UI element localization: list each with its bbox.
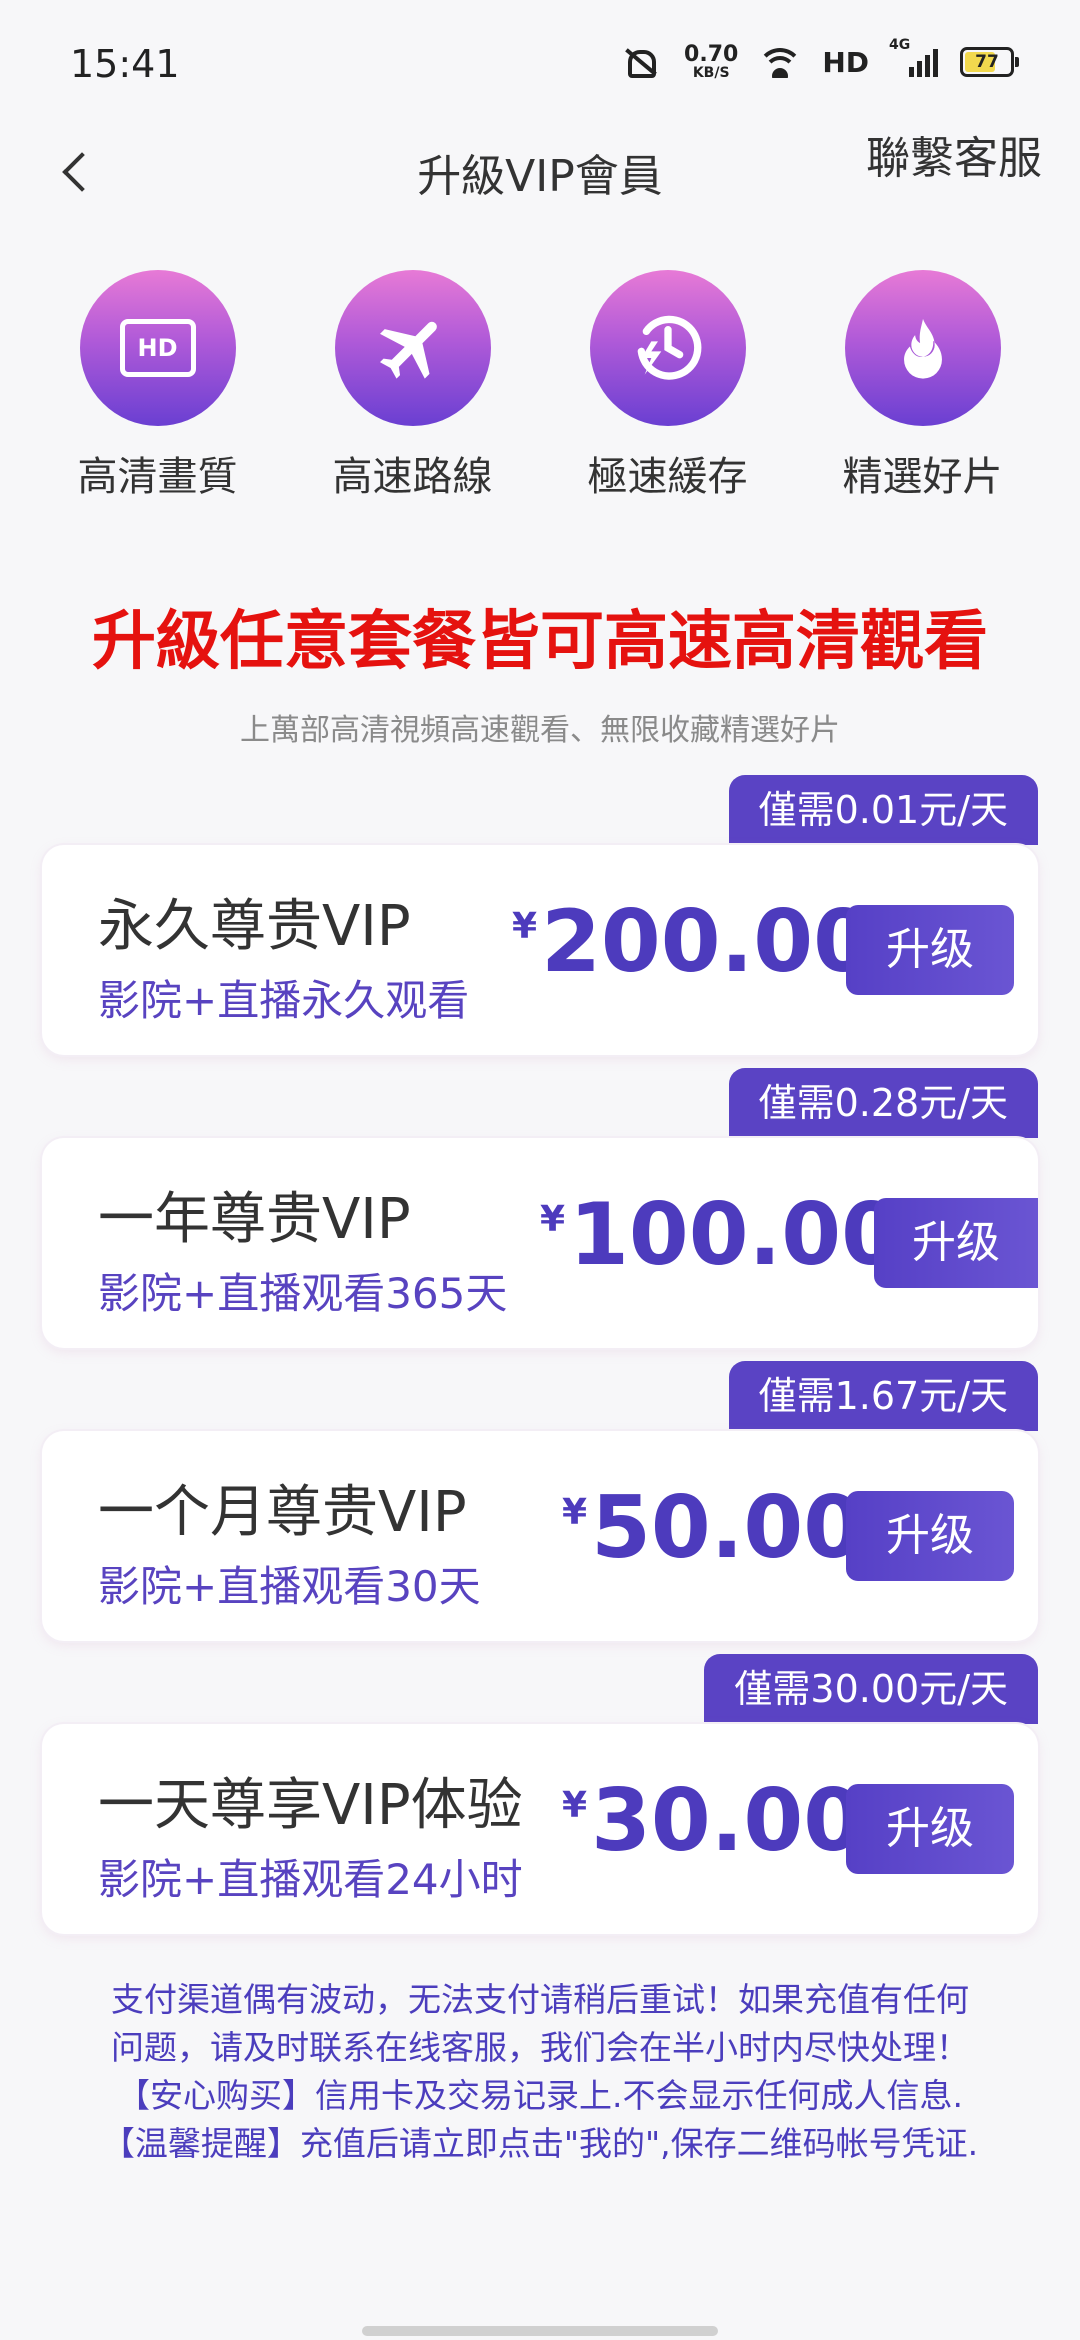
notice-line: 【安心购买】信用卡及交易记录上.不会显示任何成人信息. [117, 2076, 963, 2115]
lightning-clock-icon [589, 270, 746, 426]
feature-label: 高速路線 [332, 454, 493, 500]
plan-card-body: 永久尊贵VIP 影院+直播永久观看 ¥200.00 升级 [42, 845, 1038, 1055]
battery-icon: 77 [960, 47, 1019, 77]
feature-label: 高清畫質 [77, 454, 238, 500]
home-indicator[interactable] [362, 2326, 718, 2336]
currency-symbol: ¥ [512, 906, 538, 947]
feature-hd: HD 高清畫質 [30, 270, 285, 502]
mute-icon [618, 46, 662, 78]
price-value: 200.00 [541, 892, 873, 992]
feature-fast-cache: 極速緩存 [540, 270, 795, 502]
hd-icon: HD [79, 270, 236, 426]
currency-symbol: ¥ [562, 1492, 588, 1533]
plan-name: 永久尊贵VIP [98, 894, 411, 959]
notice-line: 问题，请及时联系在线客服，我们会在半小时内尽快处理！ [111, 2028, 969, 2067]
fire-icon [844, 270, 1001, 426]
wifi-icon [760, 46, 801, 78]
notice-line: 支付渠道偶有波动，无法支付请稍后重试！如果充值有任何 [111, 1980, 969, 2019]
plan-card-body: 一个月尊贵VIP 影院+直播观看30天 ¥50.00 升级 [42, 1431, 1038, 1641]
contact-service-link[interactable]: 聯繫客服 [866, 122, 1042, 186]
plan-card-permanent: 僅需0.01元/天 永久尊贵VIP 影院+直播永久观看 ¥200.00 升级 [42, 775, 1038, 1055]
status-bar: 15:41 0.70 KB/S HD 4G 77 [0, 0, 1080, 120]
airplane-icon [334, 270, 491, 426]
hd-indicator: HD [822, 45, 869, 79]
feature-label: 精選好片 [842, 454, 1003, 500]
network-speed: 0.70 KB/S [684, 42, 739, 81]
plan-description: 影院+直播观看365天 [98, 1269, 508, 1318]
price-value: 30.00 [591, 1771, 864, 1871]
plan-description: 影院+直播观看24小时 [98, 1855, 523, 1904]
payment-notice: 支付渠道偶有波动，无法支付请稍后重试！如果充值有任何 问题，请及时联系在线客服，… [60, 1976, 1020, 2168]
currency-symbol: ¥ [562, 1785, 588, 1826]
network-type: 4G [889, 37, 911, 53]
plan-card-body: 一年尊贵VIP 影院+直播观看365天 ¥100.00 升级 [42, 1138, 1038, 1348]
feature-row: HD 高清畫質 高速路線 極速緩存 精選好片 [0, 270, 1080, 502]
plan-card-one-day: 僅需30.00元/天 一天尊享VIP体验 影院+直播观看24小时 ¥30.00 … [42, 1654, 1038, 1934]
daily-price-tag: 僅需0.28元/天 [728, 1068, 1038, 1138]
feature-speed-route: 高速路線 [285, 270, 540, 502]
feature-selected-videos: 精選好片 [795, 270, 1050, 502]
promo-headline: 升級任意套餐皆可高速高清觀看 [92, 605, 988, 679]
plan-card-one-month: 僅需1.67元/天 一个月尊贵VIP 影院+直播观看30天 ¥50.00 升级 [42, 1361, 1038, 1641]
feature-label: 極速緩存 [587, 454, 748, 500]
upgrade-button[interactable]: 升级 [846, 1784, 1014, 1874]
promo-subline: 上萬部高清視頻高速觀看、無限收藏精選好片 [240, 713, 840, 748]
plan-price: ¥30.00 [562, 1778, 863, 1864]
network-speed-value: 0.70 [684, 42, 739, 67]
price-value: 100.00 [569, 1185, 901, 1285]
plan-name: 一个月尊贵VIP [98, 1480, 467, 1545]
plan-description: 影院+直播永久观看 [98, 976, 470, 1025]
daily-price-tag: 僅需0.01元/天 [728, 775, 1038, 845]
daily-price-tag: 僅需1.67元/天 [728, 1361, 1038, 1431]
battery-level: 77 [975, 52, 999, 72]
upgrade-button[interactable]: 升级 [874, 1198, 1038, 1288]
plan-card-one-year: 僅需0.28元/天 一年尊贵VIP 影院+直播观看365天 ¥100.00 升级 [42, 1068, 1038, 1348]
daily-price-tag: 僅需30.00元/天 [704, 1654, 1038, 1724]
currency-symbol: ¥ [540, 1199, 566, 1240]
plan-name: 一天尊享VIP体验 [98, 1773, 523, 1838]
network-speed-unit: KB/S [692, 65, 730, 81]
upgrade-button[interactable]: 升级 [846, 1491, 1014, 1581]
hd-box: HD [119, 319, 196, 377]
status-icons: 0.70 KB/S HD 4G 77 [618, 37, 1019, 81]
plan-card-body: 一天尊享VIP体验 影院+直播观看24小时 ¥30.00 升级 [42, 1724, 1038, 1934]
header: 升級VIP會員 聯繫客服 [0, 120, 1080, 230]
signal-icon: 4G [889, 37, 938, 77]
plan-price: ¥50.00 [562, 1485, 863, 1571]
plan-price: ¥200.00 [512, 899, 873, 985]
price-value: 50.00 [591, 1478, 864, 1578]
upgrade-button[interactable]: 升级 [846, 905, 1014, 995]
notice-line: 【温馨提醒】充值后请立即点击"我的",保存二维码帐号凭证. [101, 2124, 979, 2163]
plan-name: 一年尊贵VIP [98, 1187, 411, 1252]
plan-description: 影院+直播观看30天 [98, 1562, 481, 1611]
status-time: 15:41 [70, 42, 180, 86]
plan-price: ¥100.00 [540, 1192, 901, 1278]
